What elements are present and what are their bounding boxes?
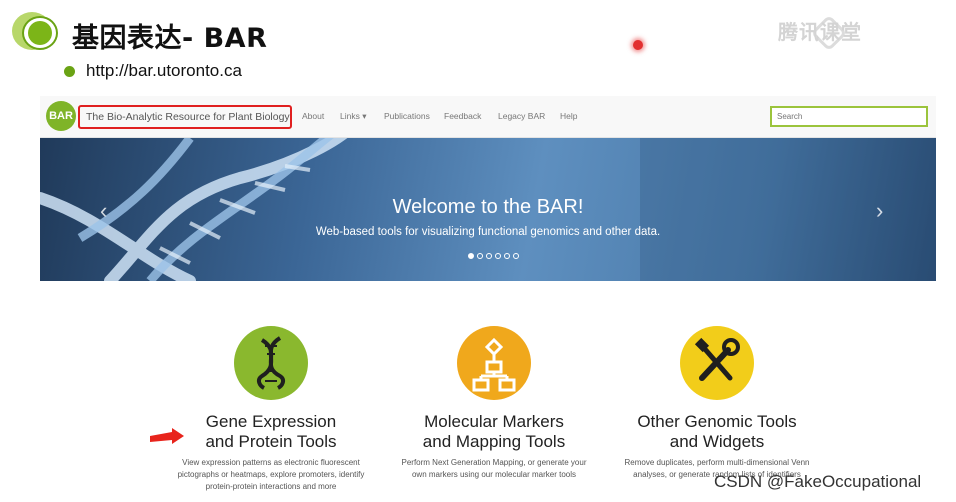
feature-molecular-markers[interactable]: Molecular Markers and Mapping Tools Perfo… [379, 326, 609, 481]
carousel-dot[interactable] [504, 253, 510, 259]
hero-carousel: ‹ › Welcome to the BAR! Web-based tools … [40, 138, 936, 281]
feature-gene-expression[interactable]: Gene Expression and Protein Tools View ex… [156, 326, 386, 492]
csdn-watermark: CSDN @FakeOccupational [714, 472, 922, 491]
hero-title: Welcome to the BAR! [392, 196, 584, 218]
watermark-text: 腾讯课堂 [778, 22, 862, 44]
brand-link[interactable]: The Bio-Analytic Resource for Plant Biol… [78, 105, 292, 129]
bullet-icon [64, 66, 75, 77]
carousel-dot[interactable] [477, 253, 483, 259]
carousel-dot[interactable] [495, 253, 501, 259]
bar-website: BAR The Bio-Analytic Resource for Plant … [40, 96, 936, 492]
nav-links-dropdown[interactable]: Links ▾ [340, 111, 366, 122]
navbar: BAR The Bio-Analytic Resource for Plant … [40, 96, 936, 138]
nav-publications[interactable]: Publications [384, 111, 430, 121]
feature-title: Molecular Markers and Mapping Tools [422, 412, 566, 451]
dna-icon[interactable] [234, 326, 308, 400]
feature-title: Other Genomic Tools and Widgets [637, 412, 797, 451]
laser-pointer-icon [633, 40, 643, 50]
nav-legacy-bar[interactable]: Legacy BAR [498, 111, 545, 121]
nav-feedback[interactable]: Feedback [444, 111, 481, 121]
feature-other-tools[interactable]: Other Genomic Tools and Widgets Remove du… [602, 326, 832, 481]
bar-logo[interactable]: BAR [46, 101, 76, 131]
hero-subtitle: Web-based tools for visualizing function… [315, 226, 661, 238]
search-input[interactable] [770, 106, 928, 127]
feature-description: Perform Next Generation Mapping, or gene… [401, 458, 587, 479]
nav-help[interactable]: Help [560, 111, 577, 121]
feature-title: Gene Expression and Protein Tools [205, 412, 337, 451]
carousel-indicators [468, 253, 519, 259]
slide-logo-icon [12, 12, 58, 52]
carousel-dot[interactable] [486, 253, 492, 259]
carousel-dot[interactable] [468, 253, 474, 259]
slide-title: 基因表达- BAR [72, 23, 268, 54]
carousel-dot[interactable] [513, 253, 519, 259]
tools-icon[interactable] [680, 326, 754, 400]
nav-about[interactable]: About [302, 111, 324, 121]
bullet-url: http://bar.utoronto.ca [86, 61, 242, 80]
flowchart-icon[interactable] [457, 326, 531, 400]
red-arrow-icon [150, 428, 184, 444]
feature-description: View expression patterns as electronic f… [177, 458, 365, 491]
